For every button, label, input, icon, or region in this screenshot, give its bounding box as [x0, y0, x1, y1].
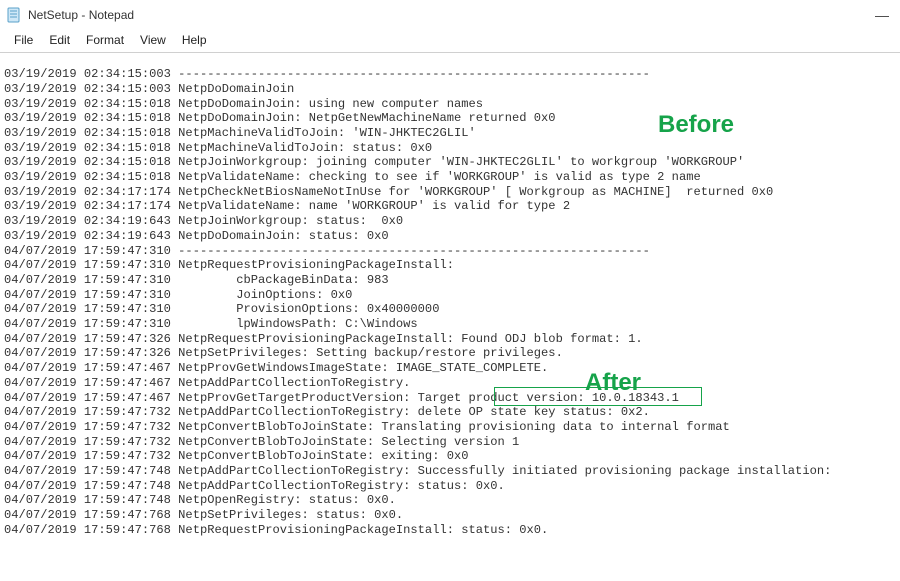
editor-area[interactable]: 03/19/2019 02:34:15:003 ----------------…: [0, 65, 900, 581]
minimize-button[interactable]: —: [870, 5, 894, 25]
log-text[interactable]: 03/19/2019 02:34:15:003 ----------------…: [0, 65, 900, 540]
menu-bar: File Edit Format View Help: [0, 30, 900, 53]
window-titlebar: NetSetup - Notepad —: [0, 0, 900, 30]
menu-help[interactable]: Help: [174, 32, 215, 48]
menu-edit[interactable]: Edit: [41, 32, 78, 48]
window-title: NetSetup - Notepad: [28, 8, 134, 22]
menu-format[interactable]: Format: [78, 32, 132, 48]
annotation-before: Before: [658, 111, 734, 139]
menu-file[interactable]: File: [6, 32, 41, 48]
notepad-icon: [6, 7, 22, 23]
menu-view[interactable]: View: [132, 32, 174, 48]
annotation-after: After: [585, 369, 641, 397]
